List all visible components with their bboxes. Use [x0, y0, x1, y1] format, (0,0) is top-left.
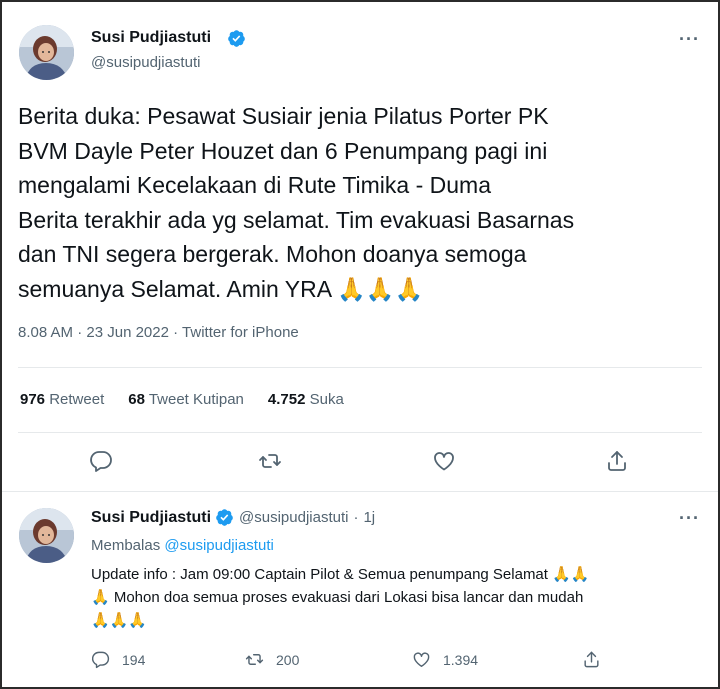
tweet-source[interactable]: Twitter for iPhone: [182, 324, 299, 341]
tweet-time[interactable]: 8.08 AM: [18, 324, 73, 341]
tweet-stats: 976 Retweet 68 Tweet Kutipan 4.752 Suka: [20, 391, 368, 408]
reply-author-name[interactable]: Susi Pudjiastuti: [91, 509, 211, 527]
reply-count: 194: [122, 651, 146, 668]
retweets-label: Retweet: [49, 391, 105, 408]
like-icon: [413, 652, 430, 667]
retweets-stat[interactable]: 976 Retweet: [20, 391, 104, 408]
tweet-meta: 8.08 AM · 23 Jun 2022 · Twitter for iPho…: [18, 324, 299, 341]
divider: [18, 367, 702, 368]
reply-icon[interactable]: [89, 449, 113, 473]
retweet-action[interactable]: 200: [245, 650, 299, 669]
verified-badge-icon: [228, 30, 245, 47]
like-count: 1.394: [443, 651, 479, 668]
replying-to: Membalas @susipudjiastuti: [91, 537, 274, 554]
reply-header: Susi Pudjiastuti @susipudjiastuti · 1j: [91, 508, 375, 527]
more-options-icon[interactable]: ···: [679, 508, 700, 529]
meta-separator: ·: [77, 324, 83, 341]
like-action[interactable]: 1.394: [412, 650, 478, 669]
likes-label: Suka: [309, 391, 344, 408]
likes-stat[interactable]: 4.752 Suka: [268, 391, 344, 408]
retweet-count: 200: [276, 651, 300, 668]
retweets-count: 976: [20, 391, 46, 408]
share-action[interactable]: [582, 650, 613, 669]
avatar-photo: [19, 25, 74, 80]
tweet-screenshot: Susi Pudjiastuti @susipudjiastuti ··· Be…: [0, 0, 720, 689]
verified-badge-icon: [216, 509, 233, 526]
meta-separator: ·: [173, 324, 179, 341]
author-handle[interactable]: @susipudjiastuti: [91, 54, 200, 71]
tweet-text: Berita duka: Pesawat Susiair jenia Pilat…: [18, 103, 575, 302]
reply-author-handle[interactable]: @susipudjiastuti: [239, 509, 348, 526]
replying-to-link[interactable]: @susipudjiastuti: [164, 537, 273, 554]
quotes-label: Tweet Kutipan: [148, 391, 244, 408]
more-options-icon[interactable]: ···: [679, 29, 700, 50]
reply-text: Update info : Jam 09:00 Captain Pilot & …: [91, 566, 590, 629]
quotes-count: 68: [128, 391, 145, 408]
tweet-date[interactable]: 23 Jun 2022: [86, 324, 169, 341]
reply-author-avatar[interactable]: [19, 508, 74, 563]
meta-separator: ·: [353, 509, 359, 526]
replying-prefix: Membalas: [91, 537, 161, 554]
quotes-stat[interactable]: 68 Tweet Kutipan: [128, 391, 244, 408]
author-name[interactable]: Susi Pudjiastuti: [91, 29, 211, 47]
avatar-photo: [19, 508, 74, 563]
likes-count: 4.752: [267, 391, 306, 408]
reply-icon: [91, 651, 110, 669]
divider: [18, 432, 702, 433]
reply-age[interactable]: 1j: [363, 509, 375, 526]
share-icon: [584, 651, 599, 668]
author-avatar[interactable]: [19, 25, 74, 80]
like-icon[interactable]: [432, 449, 456, 473]
retweet-icon: [245, 654, 264, 665]
share-icon[interactable]: [605, 449, 629, 473]
divider: [2, 491, 718, 492]
reply-action[interactable]: 194: [91, 650, 145, 669]
retweet-icon[interactable]: [258, 449, 282, 473]
